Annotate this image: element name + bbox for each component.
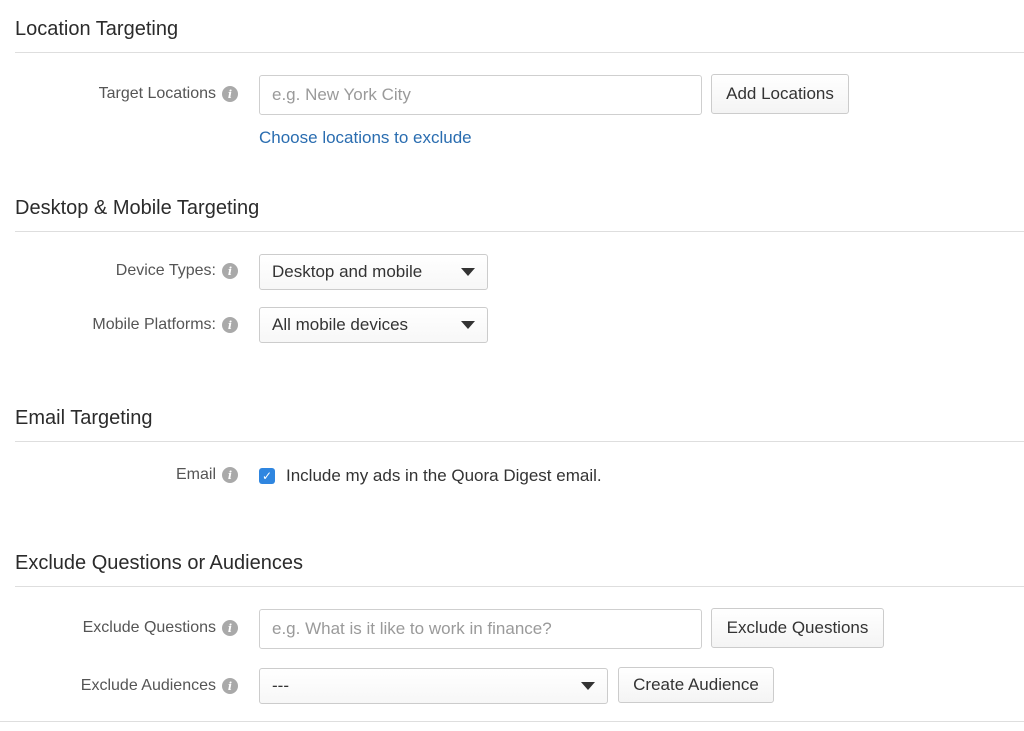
device-types-label: Device Types:	[115, 262, 216, 279]
section-title-exclude: Exclude Questions or Audiences	[15, 552, 303, 574]
divider	[15, 586, 1024, 587]
exclude-questions-button[interactable]: Exclude Questions	[711, 608, 884, 648]
mobile-platforms-label: Mobile Platforms:	[92, 316, 216, 333]
email-label: Email	[175, 466, 216, 483]
chevron-down-icon	[461, 268, 475, 276]
mobile-platforms-select[interactable]: All mobile devices	[259, 307, 488, 343]
create-audience-button[interactable]: Create Audience	[618, 667, 774, 703]
device-types-value: Desktop and mobile	[272, 262, 423, 281]
checkmark-icon: ✓	[261, 469, 273, 483]
divider	[15, 441, 1024, 442]
divider	[0, 721, 1024, 722]
exclude-questions-label: Exclude Questions	[82, 619, 216, 636]
info-icon[interactable]: i	[222, 86, 238, 102]
quora-digest-checkbox-label[interactable]: Include my ads in the Quora Digest email…	[286, 466, 602, 486]
device-types-select[interactable]: Desktop and mobile	[259, 254, 488, 290]
target-locations-input[interactable]	[259, 75, 702, 115]
chevron-down-icon	[461, 321, 475, 329]
chevron-down-icon	[581, 682, 595, 690]
section-title-email: Email Targeting	[15, 407, 153, 429]
exclude-audiences-select[interactable]: ---	[259, 668, 608, 704]
info-icon[interactable]: i	[222, 678, 238, 694]
exclude-questions-input[interactable]	[259, 609, 702, 649]
target-locations-label: Target Locations	[98, 85, 216, 102]
exclude-audiences-label: Exclude Audiences	[80, 677, 216, 694]
info-icon[interactable]: i	[222, 263, 238, 279]
info-icon[interactable]: i	[222, 317, 238, 333]
target-locations-label-row: Target Locations i	[99, 85, 238, 103]
exclude-locations-link[interactable]: Choose locations to exclude	[259, 128, 472, 148]
divider	[15, 231, 1024, 232]
info-icon[interactable]: i	[222, 620, 238, 636]
exclude-audiences-value: ---	[272, 676, 289, 695]
quora-digest-checkbox[interactable]: ✓	[259, 468, 275, 484]
device-types-label-row: Device Types: i	[116, 262, 238, 280]
section-title-device: Desktop & Mobile Targeting	[15, 197, 260, 219]
divider	[15, 52, 1024, 53]
email-label-row: Email i	[176, 466, 238, 484]
section-title-location: Location Targeting	[15, 18, 179, 40]
exclude-audiences-label-row: Exclude Audiences i	[81, 677, 238, 695]
mobile-platforms-value: All mobile devices	[272, 315, 409, 334]
exclude-questions-label-row: Exclude Questions i	[83, 619, 238, 637]
mobile-platforms-label-row: Mobile Platforms: i	[92, 316, 238, 334]
add-locations-button[interactable]: Add Locations	[711, 74, 849, 114]
info-icon[interactable]: i	[222, 467, 238, 483]
